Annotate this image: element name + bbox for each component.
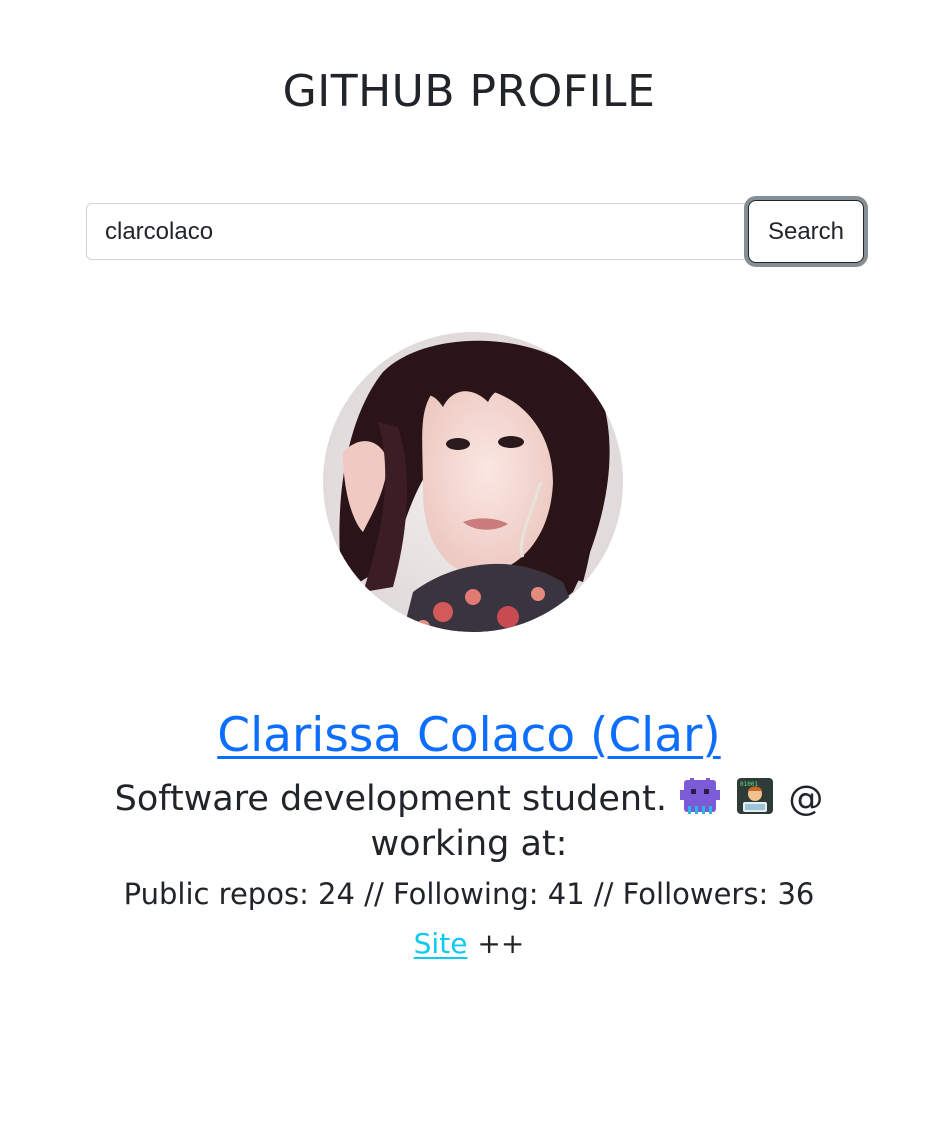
profile-name-link[interactable]: Clarissa Colaco (Clar) (217, 708, 720, 763)
bio-suffix: @ (788, 779, 824, 819)
avatar (323, 332, 623, 632)
site-suffix: ++ (477, 927, 525, 960)
profile-bio: Software development student. 01001 @ wo… (110, 776, 828, 867)
avatar-image (323, 332, 623, 632)
github-profile-page: GITHUB PROFILE Search (0, 0, 938, 1140)
profile-stats: Public repos: 24 // Following: 41 // Fol… (123, 877, 815, 911)
technologist-emoji-icon: 01001 (737, 778, 774, 814)
search-input[interactable] (86, 203, 750, 260)
bio-line-2: working at: (370, 824, 568, 864)
space-invader-emoji-icon (680, 778, 721, 814)
page-title: GITHUB PROFILE (282, 66, 656, 117)
profile-name-heading: Clarissa Colaco (Clar) (0, 704, 938, 768)
search-button[interactable]: Search (748, 200, 864, 263)
bio-text: Software development student. (114, 779, 667, 819)
search-form: Search (86, 200, 866, 264)
site-link[interactable]: Site (414, 927, 468, 960)
site-row: Site ++ (0, 922, 938, 966)
